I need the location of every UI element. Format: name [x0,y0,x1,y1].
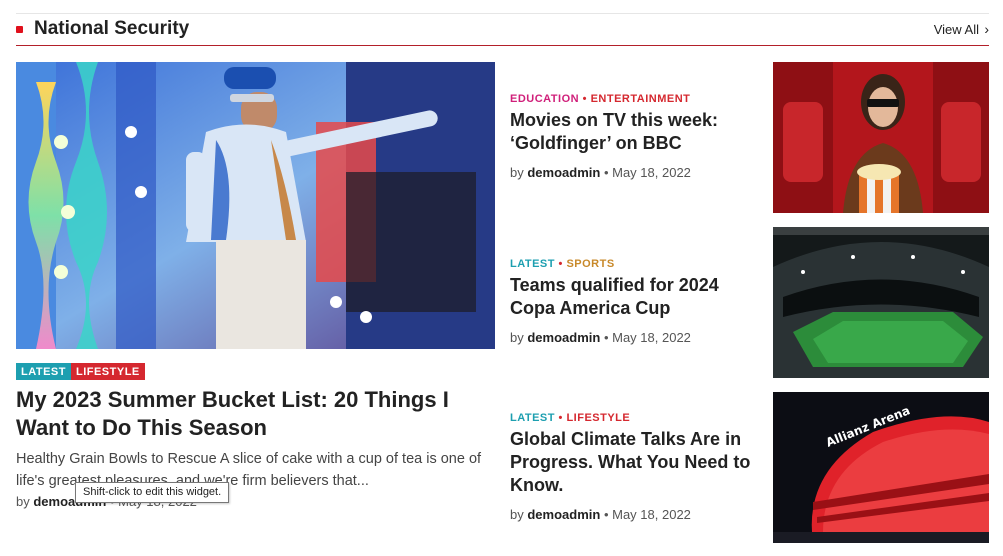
category-lifestyle[interactable]: LIFESTYLE [566,412,630,424]
post-date: May 18, 2022 [612,330,691,345]
tag-lifestyle[interactable]: LIFESTYLE [70,363,145,380]
section-title: National Security [34,18,190,39]
category-latest[interactable]: LATEST [510,258,555,270]
article-title[interactable]: Movies on TV this week: ‘Goldfinger’ on … [510,109,760,155]
tag-latest[interactable]: LATEST [16,363,71,380]
article-categories: LATEST • SPORTS [510,258,760,270]
meta-by: by [510,507,524,522]
meta-by: by [510,330,524,345]
meta-separator: • [603,330,613,345]
category-separator: • [582,93,587,105]
meta-by: by [16,494,30,509]
article-title[interactable]: Teams qualified for 2024 Copa America Cu… [510,274,760,320]
article-thumbnail-cinema[interactable] [773,62,989,213]
post-date: May 18, 2022 [612,507,691,522]
category-latest[interactable]: LATEST [510,412,555,424]
author-link[interactable]: demoadmin [527,165,600,180]
article-meta: by demoadmin • May 18, 2022 [510,507,760,522]
article-item: LATEST • SPORTS Teams qualified for 2024… [510,258,760,345]
article-thumbnail-stadium[interactable] [773,227,989,378]
featured-tags: LATEST LIFESTYLE [16,363,145,380]
article-categories: EDUCATION • ENTERTAINMENT [510,93,760,105]
category-sports[interactable]: SPORTS [566,258,614,270]
category-separator: • [558,258,563,270]
category-entertainment[interactable]: ENTERTAINMENT [591,93,691,105]
meta-separator: • [603,165,613,180]
meta-separator: • [603,507,613,522]
author-link[interactable]: demoadmin [527,507,600,522]
post-date: May 18, 2022 [612,165,691,180]
section-marker [16,26,23,33]
chevron-right-icon[interactable]: › [984,21,989,37]
edit-widget-tooltip: Shift-click to edit this widget. [75,482,230,503]
article-meta: by demoadmin • May 18, 2022 [510,330,760,345]
article-item: LATEST • LIFESTYLE Global Climate Talks … [510,412,760,522]
category-education[interactable]: EDUCATION [510,93,579,105]
featured-title[interactable]: My 2023 Summer Bucket List: 20 Things I … [16,386,486,442]
article-thumbnail-arena[interactable]: Allianz Arena [773,392,989,543]
featured-image[interactable] [16,62,495,349]
article-meta: by demoadmin • May 18, 2022 [510,165,760,180]
author-link[interactable]: demoadmin [527,330,600,345]
section-header: National Security View All › [16,16,989,46]
article-item: EDUCATION • ENTERTAINMENT Movies on TV t… [510,93,760,180]
article-title[interactable]: Global Climate Talks Are in Progress. Wh… [510,428,760,497]
meta-by: by [510,165,524,180]
category-separator: • [558,412,563,424]
top-divider [16,13,989,14]
view-all-link[interactable]: View All [934,22,979,37]
article-categories: LATEST • LIFESTYLE [510,412,760,424]
